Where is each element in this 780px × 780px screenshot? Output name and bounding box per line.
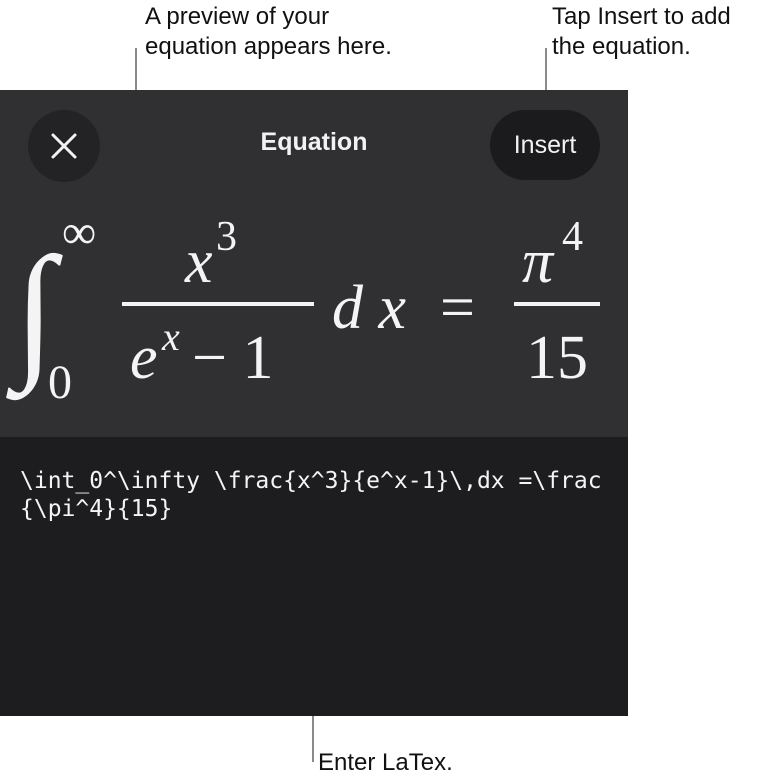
denominator-rest: − 1 [192, 324, 273, 392]
rhs-numerator-exponent: 4 [562, 214, 583, 260]
latex-editor[interactable]: \int_0^\infty \frac{x^3}{e^x-1}\,dx =\fr… [0, 437, 628, 716]
callout-preview-line-2: equation appears here. [145, 33, 392, 60]
insert-button[interactable]: Insert [490, 110, 600, 180]
numerator-base: x [184, 228, 213, 296]
rhs-numerator-base: π [522, 228, 555, 296]
differential: d x [332, 274, 407, 342]
fraction-bar-left [122, 302, 314, 306]
callout-preview: A preview of your equation appears here. [145, 2, 392, 62]
latex-input[interactable]: \int_0^\infty \frac{x^3}{e^x-1}\,dx =\fr… [20, 467, 615, 523]
equation-preview: Equation Insert ∫ ∞ 0 x 3 e x − 1 d x = … [0, 90, 628, 437]
formula-preview: ∫ ∞ 0 x 3 e x − 1 d x = π 4 15 [0, 210, 628, 437]
callout-insert-line-2: the equation. [552, 33, 691, 60]
integral-lower-limit: 0 [48, 356, 72, 409]
rhs-denominator: 15 [526, 324, 588, 392]
denominator-exponent: x [161, 314, 180, 359]
callout-latex: Enter LaTex. [318, 749, 453, 776]
fraction-bar-right [514, 302, 600, 306]
callout-insert-line-1: Tap Insert to add [552, 3, 731, 30]
integral-upper-limit: ∞ [62, 210, 96, 259]
callout-insert: Tap Insert to add the equation. [552, 2, 731, 62]
denominator-base: e [130, 324, 158, 392]
equation-dialog: Equation Insert ∫ ∞ 0 x 3 e x − 1 d x = … [0, 90, 628, 716]
callout-preview-line-1: A preview of your [145, 3, 330, 30]
equals-sign: = [440, 274, 475, 342]
numerator-exponent: 3 [216, 214, 237, 260]
